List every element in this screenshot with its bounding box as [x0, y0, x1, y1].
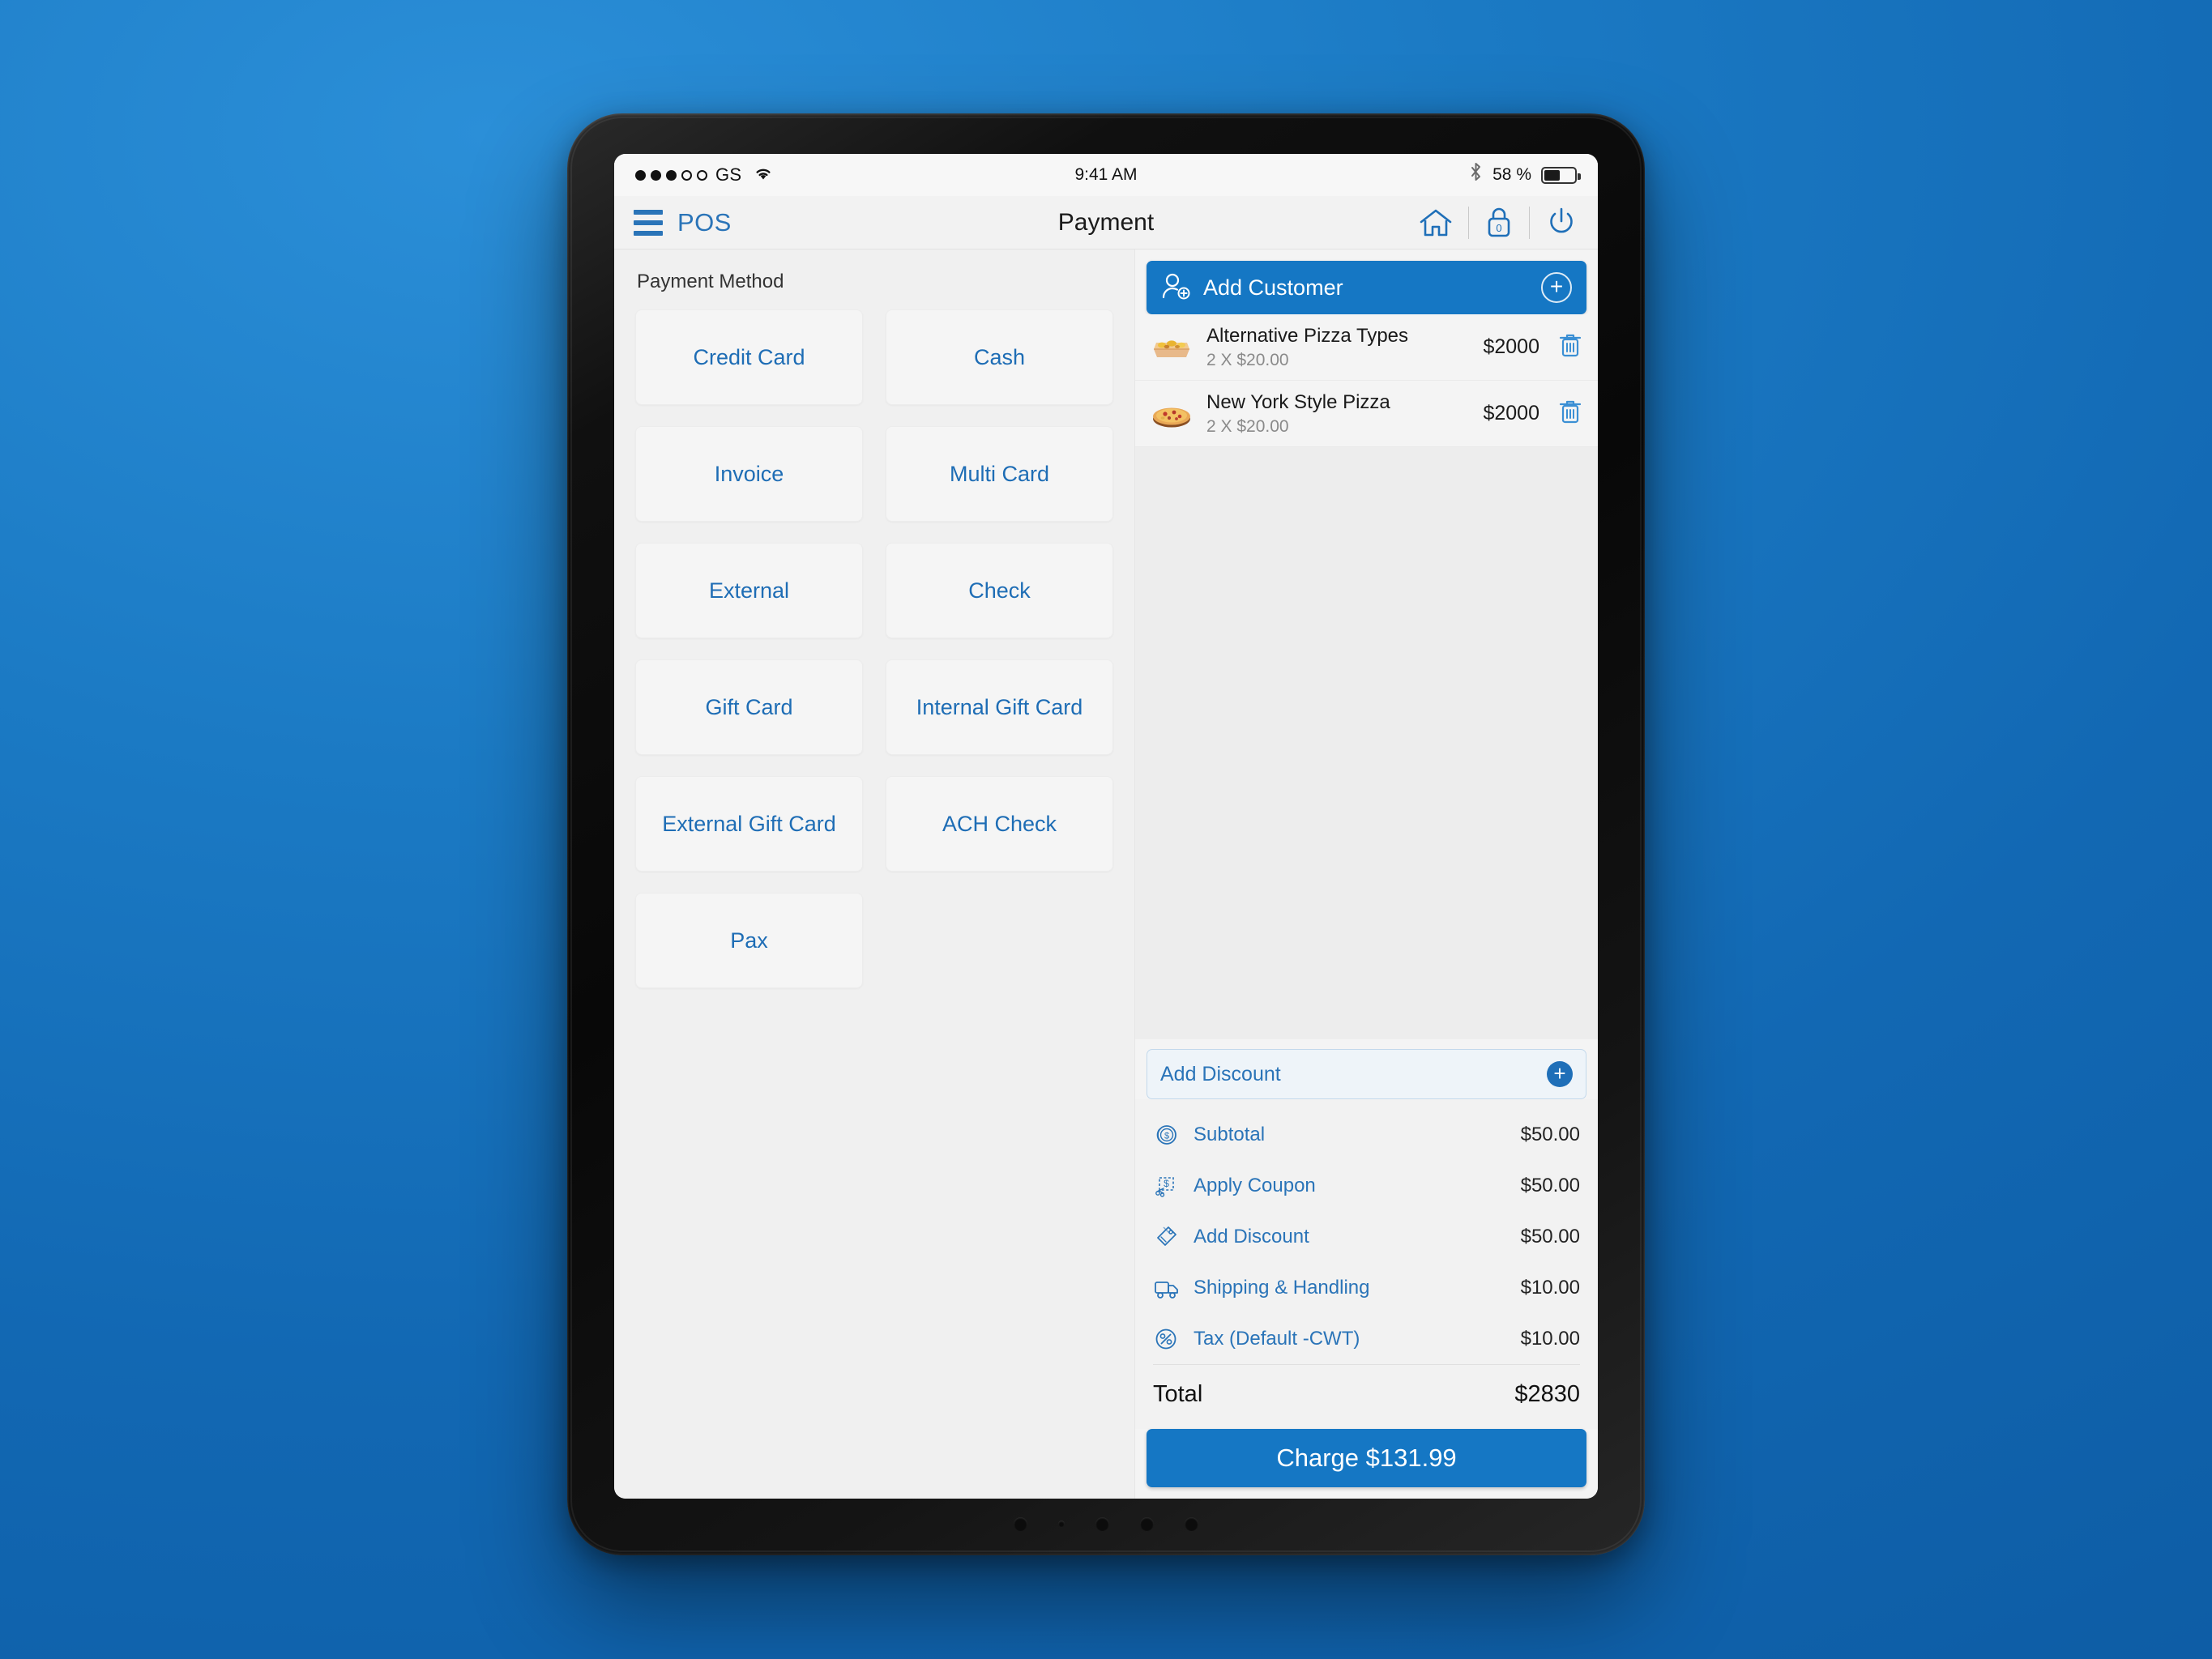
cart-items-list: Alternative Pizza Types 2 X $20.00 $2000 — [1135, 314, 1598, 1039]
cart-item-name: New York Style Pizza — [1206, 391, 1390, 413]
order-panel: Add Customer + Alternative Pizza Types 2… — [1134, 249, 1598, 1499]
battery-icon — [1541, 166, 1581, 184]
cart-item[interactable]: Alternative Pizza Types 2 X $20.00 $2000 — [1135, 314, 1598, 381]
payment-method-multi-card[interactable]: Multi Card — [886, 426, 1113, 522]
add-discount-label: Add Discount — [1160, 1062, 1281, 1085]
total-value: $2830 — [1514, 1381, 1580, 1407]
cart-item-price: $2000 — [1483, 402, 1539, 424]
summary-row-total: Total $2830 — [1153, 1364, 1580, 1424]
summary-row-tax[interactable]: Tax (Default -CWT) $10.00 — [1153, 1313, 1580, 1364]
summary-label: Add Discount — [1194, 1225, 1309, 1247]
payment-method-title: Payment Method — [637, 271, 784, 292]
tablet-device: GS 9:41 AM 58 % POS Payment 0 Payment Me… — [567, 113, 1645, 1555]
add-customer-icon — [1161, 271, 1192, 305]
charge-button[interactable]: Charge $131.99 — [1147, 1429, 1586, 1487]
plus-circle-icon[interactable]: + — [1541, 272, 1572, 303]
summary-value: $10.00 — [1520, 1327, 1580, 1350]
summary-row-add-discount[interactable]: Add Discount $50.00 — [1153, 1211, 1580, 1262]
summary-label: Apply Coupon — [1194, 1174, 1316, 1196]
summary-label: Subtotal — [1194, 1123, 1266, 1145]
summary-value: $10.00 — [1520, 1276, 1580, 1299]
payment-method-gift-card[interactable]: Gift Card — [635, 659, 863, 755]
cart-item-text: New York Style Pizza 2 X $20.00 — [1206, 390, 1483, 437]
payment-method-external[interactable]: External — [635, 543, 863, 638]
svg-text:$: $ — [1164, 1131, 1169, 1141]
order-summary: $ Subtotal $50.00 $ Apply Coupon $50.00 — [1135, 1099, 1598, 1429]
payment-method-panel: Payment Method Credit Card Cash Invoice … — [614, 249, 1134, 1499]
summary-label: Shipping & Handling — [1194, 1276, 1370, 1299]
payment-method-external-gift-card[interactable]: External Gift Card — [635, 776, 863, 872]
lock-icon[interactable]: 0 — [1484, 206, 1514, 240]
trash-icon[interactable] — [1557, 331, 1583, 363]
summary-row-shipping[interactable]: Shipping & Handling $10.00 — [1153, 1262, 1580, 1313]
add-customer-label: Add Customer — [1203, 275, 1343, 300]
payment-method-ach-check[interactable]: ACH Check — [886, 776, 1113, 872]
home-icon[interactable] — [1418, 207, 1454, 239]
summary-value: $50.00 — [1520, 1174, 1580, 1196]
device-speaker-grille — [567, 1512, 1645, 1536]
payment-method-check[interactable]: Check — [886, 543, 1113, 638]
svg-text:0: 0 — [1496, 222, 1501, 234]
percent-circle-icon — [1153, 1326, 1185, 1352]
payment-method-pax[interactable]: Pax — [635, 893, 863, 988]
header-actions: 0 — [1418, 206, 1578, 240]
summary-value: $50.00 — [1520, 1225, 1580, 1247]
pizza-slice-thumbnail — [1147, 326, 1197, 369]
payment-method-credit-card[interactable]: Credit Card — [635, 309, 863, 405]
divider — [1529, 206, 1530, 239]
main-content: Payment Method Credit Card Cash Invoice … — [614, 249, 1598, 1499]
summary-row-apply-coupon[interactable]: $ Apply Coupon $50.00 — [1153, 1160, 1580, 1211]
cart-item-price: $2000 — [1483, 335, 1539, 358]
status-bar-time: 9:41 AM — [1074, 165, 1138, 184]
device-screen: GS 9:41 AM 58 % POS Payment 0 Payment Me… — [614, 154, 1598, 1499]
cart-item-text: Alternative Pizza Types 2 X $20.00 — [1206, 324, 1483, 370]
payment-method-cash[interactable]: Cash — [886, 309, 1113, 405]
cart-items-inner: Alternative Pizza Types 2 X $20.00 $2000 — [1135, 314, 1598, 447]
cart-item-name: Alternative Pizza Types — [1206, 325, 1409, 347]
payment-method-invoice[interactable]: Invoice — [635, 426, 863, 522]
price-tag-icon — [1153, 1224, 1185, 1250]
summary-label: Tax (Default -CWT) — [1194, 1327, 1360, 1350]
coin-dollar-icon: $ — [1153, 1122, 1185, 1148]
add-customer-button[interactable]: Add Customer + — [1147, 261, 1586, 314]
plus-circle-filled-icon[interactable]: + — [1547, 1061, 1573, 1087]
payment-method-grid: Credit Card Cash Invoice Multi Card Exte… — [635, 309, 1113, 988]
summary-row-subtotal[interactable]: $ Subtotal $50.00 — [1153, 1109, 1580, 1160]
payment-method-internal-gift-card[interactable]: Internal Gift Card — [886, 659, 1113, 755]
app-header: POS Payment 0 — [614, 196, 1598, 249]
svg-text:$: $ — [1164, 1178, 1169, 1189]
coupon-icon: $ — [1153, 1173, 1185, 1199]
truck-icon — [1153, 1275, 1185, 1301]
round-pizza-thumbnail — [1147, 393, 1197, 435]
summary-value: $50.00 — [1520, 1123, 1580, 1145]
add-discount-field[interactable]: Add Discount + — [1147, 1049, 1586, 1099]
trash-icon[interactable] — [1557, 398, 1583, 429]
cart-empty-space — [1135, 447, 1598, 1039]
power-icon[interactable] — [1544, 206, 1578, 240]
divider — [1468, 206, 1469, 239]
cart-item[interactable]: New York Style Pizza 2 X $20.00 $2000 — [1135, 381, 1598, 447]
cart-item-qty: 2 X $20.00 — [1206, 417, 1289, 436]
total-label: Total — [1153, 1381, 1203, 1407]
cart-item-qty: 2 X $20.00 — [1206, 351, 1289, 369]
status-bar: GS 9:41 AM 58 % — [614, 154, 1598, 196]
